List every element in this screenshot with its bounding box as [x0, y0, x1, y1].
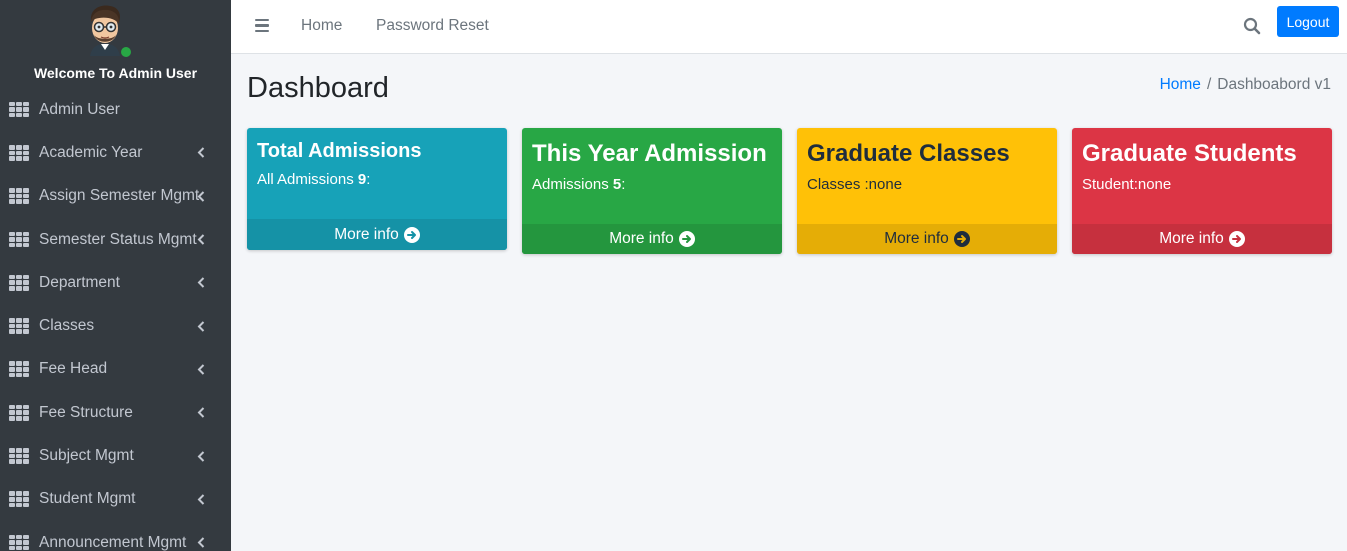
sidebar-item-announcement-mgmt[interactable]: Announcement Mgmt: [0, 521, 231, 551]
sidebar-item-label: Classes: [39, 317, 95, 335]
info-box-title: Graduate Classes: [807, 140, 1010, 167]
more-info-link[interactable]: More info: [247, 219, 507, 250]
info-box-this-year-admission: This Year Admission Admissions 5: More i…: [522, 128, 782, 254]
top-navbar: Home Password Reset Logout: [231, 0, 1347, 54]
info-box-graduate-classes: Graduate Classes Classes :none More info: [797, 128, 1057, 254]
th-grid-icon: [9, 361, 29, 378]
more-info-label: More info: [609, 230, 674, 247]
sidebar-item-subject-mgmt[interactable]: Subject Mgmt: [0, 434, 231, 477]
info-box-title: Graduate Students: [1082, 140, 1297, 167]
online-status-dot: [121, 47, 131, 57]
th-grid-icon: [9, 274, 29, 291]
sidebar-item-academic-year[interactable]: Academic Year: [0, 131, 231, 174]
info-box-graduate-students: Graduate Students Student:none More info: [1072, 128, 1332, 254]
chevron-left-icon: [197, 407, 209, 419]
user-panel: Welcome To Admin User: [0, 0, 231, 88]
logout-button[interactable]: Logout: [1277, 6, 1339, 37]
breadcrumb-current: Dashboabord v1: [1217, 76, 1331, 93]
breadcrumb: Home / Dashboabord v1: [1160, 76, 1331, 94]
th-grid-icon: [9, 231, 29, 248]
sidebar-item-fee-head[interactable]: Fee Head: [0, 348, 231, 391]
breadcrumb-separator: /: [1206, 76, 1212, 93]
more-info-link[interactable]: More info: [522, 224, 782, 254]
th-grid-icon: [9, 101, 29, 118]
sidebar-item-label: Fee Head: [39, 360, 108, 378]
more-info-label: More info: [1159, 230, 1224, 247]
th-grid-icon: [9, 318, 29, 334]
chevron-left-icon: [197, 493, 209, 505]
chevron-left-icon: [197, 537, 209, 549]
breadcrumb-home-link[interactable]: Home: [1160, 76, 1201, 93]
sidebar-item-semester-status-mgmt[interactable]: Semester Status Mgmt: [0, 218, 231, 261]
more-info-link[interactable]: More info: [1072, 224, 1332, 254]
arrow-circle-right-icon: [678, 231, 695, 247]
search-icon[interactable]: [1243, 17, 1261, 35]
th-grid-icon: [9, 491, 29, 508]
chevron-left-icon: [197, 450, 209, 462]
info-box-title: This Year Admission: [532, 140, 767, 167]
arrow-circle-right-icon: [1228, 231, 1245, 247]
th-grid-icon: [9, 144, 29, 161]
sidebar: Welcome To Admin User Admin User Academi…: [0, 0, 231, 551]
info-box-text: Admissions 5:: [532, 176, 626, 193]
arrow-circle-right-icon: [403, 226, 420, 243]
sidebar-item-label: Academic Year: [39, 143, 143, 161]
sidebar-item-label: Admin User: [39, 100, 120, 118]
info-box-title: Total Admissions: [257, 140, 422, 162]
th-grid-icon: [9, 534, 29, 551]
arrow-circle-right-icon: [953, 231, 970, 247]
sidebar-item-label: Assign Semester Mgmt: [39, 187, 200, 205]
chevron-left-icon: [197, 147, 209, 159]
nav-link-home[interactable]: Home: [301, 17, 342, 35]
more-info-label: More info: [884, 230, 949, 247]
sidebar-item-admin-user[interactable]: Admin User: [0, 88, 231, 131]
sidebar-item-classes[interactable]: Classes: [0, 304, 231, 347]
sidebar-item-label: Semester Status Mgmt: [39, 230, 197, 248]
page-title: Dashboard: [247, 72, 389, 104]
info-box-total-admissions: Total Admissions All Admissions 9: More …: [247, 128, 507, 250]
nav-link-password-reset[interactable]: Password Reset: [376, 17, 489, 35]
more-info-label: More info: [334, 225, 399, 243]
info-box-text: All Admissions 9:: [257, 171, 371, 188]
sidebar-item-department[interactable]: Department: [0, 261, 231, 304]
sidebar-item-assign-semester-mgmt[interactable]: Assign Semester Mgmt: [0, 175, 231, 218]
more-info-link[interactable]: More info: [797, 224, 1057, 254]
th-grid-icon: [9, 448, 29, 464]
chevron-left-icon: [197, 234, 209, 246]
sidebar-item-student-mgmt[interactable]: Student Mgmt: [0, 478, 231, 521]
menu-toggle-icon[interactable]: [255, 19, 269, 32]
th-grid-icon: [9, 188, 29, 205]
chevron-left-icon: [197, 320, 209, 332]
info-box-text: Student:none: [1082, 176, 1172, 193]
chevron-left-icon: [197, 363, 209, 375]
sidebar-item-label: Department: [39, 273, 120, 291]
sidebar-item-fee-structure[interactable]: Fee Structure: [0, 391, 231, 434]
sidebar-item-label: Announcement Mgmt: [39, 533, 187, 551]
th-grid-icon: [9, 404, 29, 421]
welcome-text: Welcome To Admin User: [33, 65, 198, 81]
sidebar-item-label: Subject Mgmt: [39, 447, 134, 465]
chevron-left-icon: [197, 277, 209, 289]
sidebar-item-label: Student Mgmt: [39, 490, 136, 508]
info-box-text: Classes :none: [807, 176, 903, 193]
chevron-left-icon: [197, 190, 209, 202]
sidebar-item-label: Fee Structure: [39, 403, 133, 421]
